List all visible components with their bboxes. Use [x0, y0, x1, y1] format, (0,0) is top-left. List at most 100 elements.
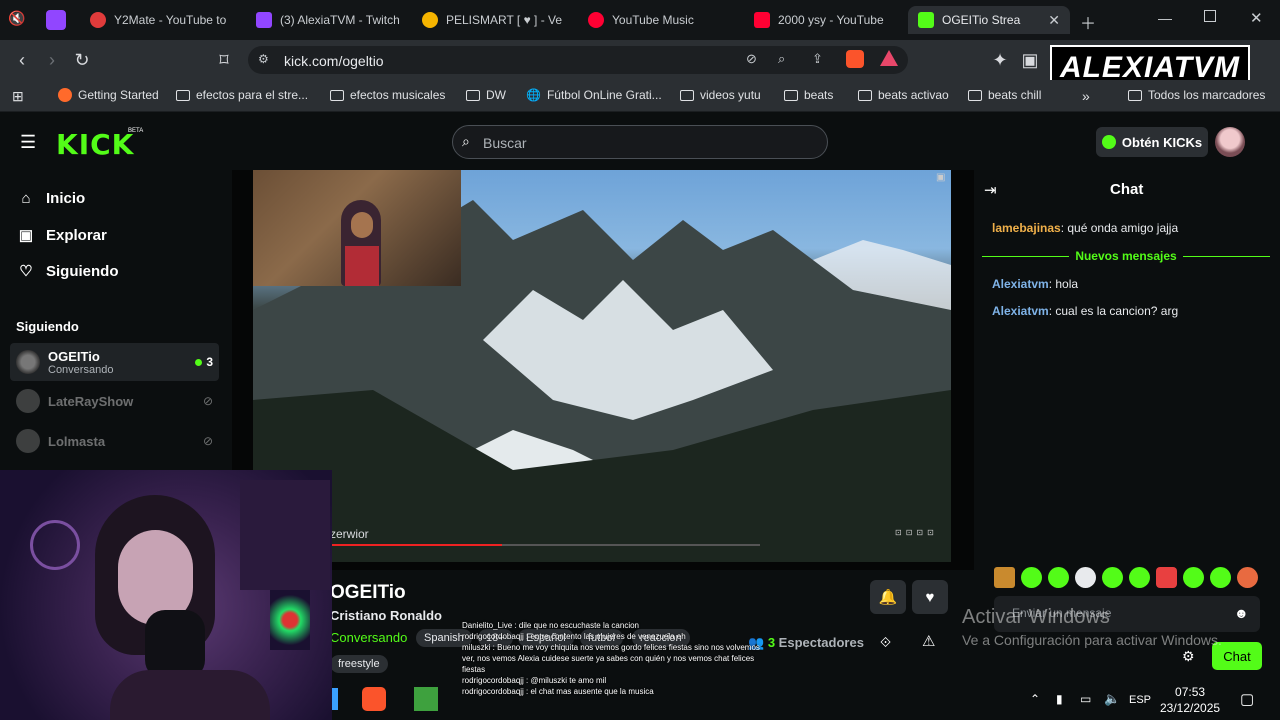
- brave-taskbar-icon[interactable]: [362, 687, 386, 711]
- chat-username[interactable]: Alexiatvm: [992, 277, 1049, 291]
- bookmark-folder[interactable]: efectos para el stre...: [176, 88, 308, 102]
- notification-bell-button[interactable]: 🔔: [870, 580, 906, 614]
- bookmark-label: beats activao: [878, 88, 949, 102]
- network-icon[interactable]: ▭: [1080, 692, 1091, 706]
- chat-settings-icon[interactable]: ⚙: [1182, 648, 1195, 665]
- live-dot-icon: [195, 358, 203, 366]
- reload-icon[interactable]: ↻: [70, 48, 94, 72]
- kick-logo[interactable]: KICK: [56, 128, 134, 161]
- bookmark-label: Todos los marcadores: [1148, 88, 1266, 102]
- report-icon[interactable]: ⚠: [922, 632, 935, 650]
- zoom-icon[interactable]: ⌕: [778, 51, 785, 67]
- site-info-icon[interactable]: ⚙: [258, 52, 269, 66]
- emote[interactable]: [1021, 567, 1042, 588]
- player-corner-icon[interactable]: ▣: [936, 172, 945, 183]
- no-tracking-icon[interactable]: ⊘: [746, 51, 757, 67]
- nav-inicio[interactable]: ⌂ Inicio: [18, 190, 85, 207]
- all-bookmarks[interactable]: Todos los marcadores: [1128, 88, 1265, 102]
- brave-shield-icon[interactable]: [846, 50, 864, 68]
- share-icon[interactable]: ⇪: [812, 51, 823, 67]
- tab-youtube-music[interactable]: YouTube Music: [578, 6, 738, 34]
- apps-icon[interactable]: ⊞: [12, 88, 24, 105]
- emote[interactable]: [1237, 567, 1258, 588]
- emote[interactable]: [1129, 567, 1150, 588]
- twitch-pinned-icon[interactable]: [46, 10, 66, 30]
- divider-line: [982, 255, 1070, 257]
- tab-y2mate[interactable]: Y2Mate - YouTube to: [80, 6, 240, 34]
- notifications-icon[interactable]: ▢: [1240, 690, 1254, 708]
- minimize-icon[interactable]: —: [1158, 10, 1172, 26]
- chat-send-label: Chat: [1223, 648, 1251, 664]
- channel-laterayshow[interactable]: LateRayShow ⊘: [10, 382, 219, 420]
- emote[interactable]: [1075, 567, 1096, 588]
- bookmark-folder[interactable]: beats: [784, 88, 833, 102]
- share-icon[interactable]: ⟐: [880, 634, 891, 651]
- new-tab-icon[interactable]: ＋: [1080, 10, 1096, 34]
- emote[interactable]: [1210, 567, 1231, 588]
- emote[interactable]: [1156, 567, 1177, 588]
- channel-lolmasta[interactable]: Lolmasta ⊘: [10, 422, 219, 460]
- url-field[interactable]: ⚙ kick.com/ogeltio ⊘ ⌕ ⇪: [248, 46, 908, 74]
- emoji-icon[interactable]: ☻: [1234, 605, 1249, 621]
- usb-icon[interactable]: ▮: [1056, 692, 1063, 706]
- collapse-chat-icon[interactable]: ⇥: [984, 181, 997, 199]
- follow-button[interactable]: ♥: [912, 580, 948, 614]
- close-window-icon[interactable]: ✕: [1250, 9, 1263, 27]
- tab-kick-active[interactable]: OGEITio Strea ✕: [908, 6, 1070, 34]
- bookmark-folder[interactable]: efectos musicales: [330, 88, 445, 102]
- extensions-icon[interactable]: ✦: [988, 48, 1012, 72]
- emote[interactable]: [1102, 567, 1123, 588]
- tab-youtube[interactable]: 2000 ysy - YouTube: [744, 6, 904, 34]
- bookmark-item[interactable]: Getting Started: [58, 88, 159, 102]
- tab-pelismart[interactable]: PELISMART [ ♥ ] - Ve: [412, 6, 572, 34]
- bookmark-folder[interactable]: beats activao: [858, 88, 949, 102]
- back-icon[interactable]: ‹: [10, 48, 34, 72]
- tab-twitch[interactable]: (3) AlexiaTVM - Twitch: [246, 6, 406, 34]
- more-bookmarks-icon[interactable]: »: [1082, 88, 1090, 104]
- taskbar-app-icon[interactable]: [332, 688, 338, 710]
- bookmark-label: beats chill: [988, 88, 1042, 102]
- bookmark-folder[interactable]: DW: [466, 88, 506, 102]
- heart-icon: ♡: [19, 263, 33, 280]
- emote[interactable]: [994, 567, 1015, 588]
- volume-icon[interactable]: 🔈: [1104, 691, 1120, 707]
- tray-expand-icon[interactable]: ⌃: [1030, 692, 1040, 706]
- mute-tab-icon[interactable]: 🔇: [8, 10, 28, 30]
- emote[interactable]: [1183, 567, 1204, 588]
- chat-username[interactable]: lamebajinas: [992, 221, 1061, 235]
- bookmark-folder[interactable]: beats chill: [968, 88, 1041, 102]
- forward-icon[interactable]: ›: [40, 48, 64, 72]
- viewer-count-value: 3: [206, 355, 213, 369]
- video-watermark: zerwior: [330, 527, 369, 541]
- video-progress[interactable]: [330, 544, 760, 546]
- stream-category[interactable]: Conversando: [330, 630, 407, 645]
- screenshot-icon[interactable]: ▣: [1018, 48, 1042, 72]
- bookmark-item[interactable]: 🌐 Fútbol OnLine Grati...: [526, 88, 662, 102]
- viewers-info: 👥 3 Espectadores: [748, 635, 864, 651]
- new-messages-divider[interactable]: Nuevos mensajes: [982, 248, 1271, 264]
- input-language[interactable]: ESP: [1129, 694, 1151, 706]
- player-controls-icon[interactable]: ⊡⊡⊡⊡: [895, 528, 938, 537]
- maximize-icon[interactable]: [1204, 10, 1216, 22]
- system-clock[interactable]: 07:53 23/12/2025: [1160, 684, 1220, 716]
- channel-ogeitio[interactable]: OGEITio Conversando 3: [10, 343, 219, 381]
- chat-username[interactable]: Alexiatvm: [992, 304, 1049, 318]
- avatar: [16, 350, 40, 374]
- minecraft-taskbar-icon[interactable]: [414, 687, 438, 711]
- user-avatar[interactable]: [1215, 127, 1245, 157]
- emote[interactable]: [1048, 567, 1069, 588]
- bookmark-icon[interactable]: ⌑: [212, 48, 236, 72]
- nav-siguiendo[interactable]: ♡ Siguiendo: [18, 262, 118, 281]
- activate-windows-title: Activar Windows: [962, 606, 1110, 628]
- stream-title[interactable]: OGEITio: [330, 582, 406, 604]
- bookmark-folder[interactable]: videos yutu: [680, 88, 761, 102]
- menu-icon[interactable]: ☰: [20, 132, 36, 153]
- search-input[interactable]: ⌕ Buscar: [452, 125, 828, 159]
- brave-rewards-icon[interactable]: [880, 50, 898, 66]
- viewer-count: 3: [195, 355, 213, 369]
- folder-icon: [1128, 89, 1142, 101]
- close-tab-icon[interactable]: ✕: [1048, 12, 1060, 29]
- nav-explorar[interactable]: ▣ Explorar: [18, 226, 107, 245]
- get-kicks-button[interactable]: Obtén KICKs: [1096, 127, 1208, 157]
- tag[interactable]: freestyle: [330, 655, 388, 673]
